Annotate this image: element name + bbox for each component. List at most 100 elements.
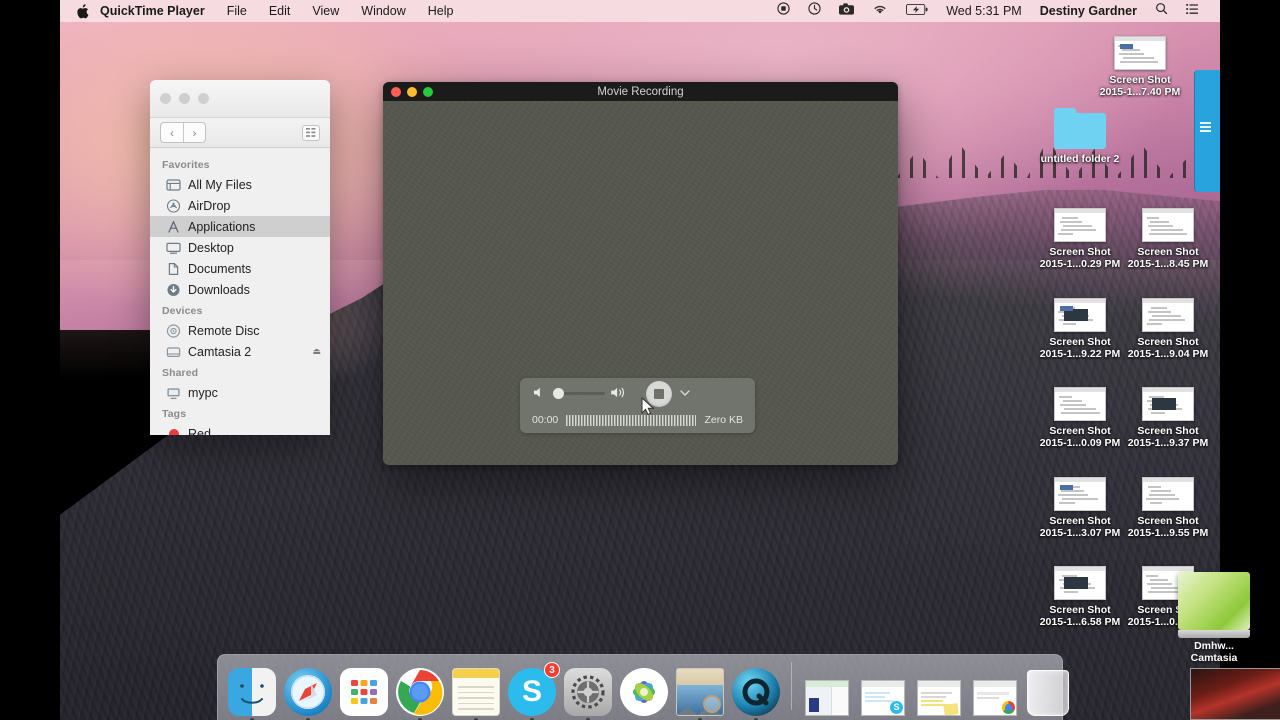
menu-user-name[interactable]: Destiny Gardner xyxy=(1031,0,1146,22)
desktop-icon[interactable]: Screen Shot 2015-1...0.09 PM xyxy=(1032,387,1128,449)
camera-preview-area[interactable]: 00:00 Zero KB xyxy=(383,101,898,465)
safari-icon xyxy=(284,668,332,716)
desktop-icon xyxy=(166,240,181,255)
desktop-icon[interactable]: Screen Shot 2015-1...9.37 PM xyxy=(1120,387,1216,449)
menu-window[interactable]: Window xyxy=(350,0,416,22)
finder-sidebar[interactable]: Favorites All My Files AirDrop Applications… xyxy=(150,148,330,435)
chevron-down-icon[interactable] xyxy=(680,388,690,399)
finder-forward-button[interactable]: › xyxy=(183,123,205,142)
camtasia-label-line1: Dmhw... xyxy=(1194,640,1234,652)
finder-view-options-button[interactable] xyxy=(302,124,320,141)
quicktime-minimize-button[interactable] xyxy=(407,86,417,97)
notes-icon xyxy=(452,668,500,716)
volume-knob[interactable] xyxy=(553,388,564,399)
sidebar-item-desktop[interactable]: Desktop xyxy=(150,237,330,258)
offscreen-blue-window[interactable] xyxy=(1194,70,1220,192)
dock-minimized-window-browser[interactable] xyxy=(801,664,853,716)
finder-traffic-lights[interactable] xyxy=(160,93,209,104)
desktop-thumbnail-red[interactable] xyxy=(1190,668,1280,720)
desktop-icon[interactable]: Screen Shot 2015-1...0.29 PM xyxy=(1032,208,1128,270)
dock-item-notes[interactable] xyxy=(450,664,502,720)
speaker-high-icon[interactable] xyxy=(610,386,630,401)
speaker-low-icon[interactable] xyxy=(532,386,547,401)
sidebar-item-applications[interactable]: Applications xyxy=(150,216,330,237)
desktop-icon-label-line2: 2015-1...9.55 PM xyxy=(1127,527,1209,539)
menu-edit[interactable]: Edit xyxy=(258,0,302,22)
menu-help[interactable]: Help xyxy=(417,0,465,22)
dock-minimized-window-notes[interactable] xyxy=(913,664,965,716)
dock-item-quicktime[interactable] xyxy=(730,664,782,720)
desktop-icon[interactable]: Screen Shot 2015-1...8.45 PM xyxy=(1120,208,1216,270)
camera-icon[interactable] xyxy=(830,0,863,22)
desktop-icon[interactable]: Screen Shot 2015-1...6.58 PM xyxy=(1032,566,1128,628)
dock-item-preview[interactable] xyxy=(674,664,726,720)
recording-controls-bar[interactable]: 00:00 Zero KB xyxy=(520,378,755,433)
menu-clock[interactable]: Wed 5:31 PM xyxy=(937,0,1031,22)
dock-item-safari[interactable] xyxy=(282,664,334,720)
disk-icon xyxy=(166,344,181,359)
finder-minimize-button[interactable] xyxy=(179,93,190,104)
screen-recording-icon[interactable] xyxy=(768,0,799,22)
sidebar-item-remote-disc[interactable]: Remote Disc xyxy=(150,320,330,341)
computer-icon xyxy=(166,385,181,400)
finder-zoom-button[interactable] xyxy=(198,93,209,104)
menu-file[interactable]: File xyxy=(216,0,258,22)
notification-center-icon[interactable] xyxy=(1177,0,1208,22)
desktop-icon-camtasia[interactable]: Dmhw... Camtasia xyxy=(1178,572,1250,664)
movie-recording-window[interactable]: Movie Recording 00:00 Zero KB xyxy=(383,82,898,465)
eject-icon[interactable]: ⏏ xyxy=(312,346,321,357)
dock-item-trash[interactable] xyxy=(1025,664,1071,716)
wifi-icon[interactable] xyxy=(863,0,897,22)
sidebar-item-all-my-files[interactable]: All My Files xyxy=(150,174,330,195)
minimized-window-skype-thumbnail: S xyxy=(861,680,905,716)
desktop-icon[interactable]: Screen Shot 2015-1...9.22 PM xyxy=(1032,298,1128,360)
sidebar-item-camtasia-2[interactable]: Camtasia 2 ⏏ xyxy=(150,341,330,362)
dock-item-system-preferences[interactable] xyxy=(562,664,614,720)
menu-view[interactable]: View xyxy=(301,0,350,22)
dock-minimized-window-skype[interactable]: S xyxy=(857,664,909,716)
finder-close-button[interactable] xyxy=(160,93,171,104)
dock-item-finder[interactable] xyxy=(226,664,278,720)
desktop-icon-label-line2: 2015-1...9.37 PM xyxy=(1127,437,1209,449)
downloads-icon xyxy=(166,282,181,297)
volume-slider[interactable] xyxy=(553,388,605,400)
quicktime-zoom-button[interactable] xyxy=(423,86,433,97)
menu-bar[interactable]: QuickTime Player File Edit View Window H… xyxy=(60,0,1220,22)
desktop-icon-label-line2: 2015-1...0.29 PM xyxy=(1039,258,1121,270)
sidebar-item-airdrop[interactable]: AirDrop xyxy=(150,195,330,216)
sidebar-item-downloads[interactable]: Downloads xyxy=(150,279,330,300)
finder-window[interactable]: ‹ › Favorites All My Files AirDrop Applicat… xyxy=(150,80,330,435)
finder-nav-buttons[interactable]: ‹ › xyxy=(160,122,206,143)
quicktime-close-button[interactable] xyxy=(391,86,401,97)
spotlight-search-icon[interactable] xyxy=(1146,0,1177,22)
desktop-icon[interactable]: Screen Shot 2015-1...9.55 PM xyxy=(1120,477,1216,539)
sidebar-item-label: Camtasia 2 xyxy=(188,344,252,359)
audio-level-meter xyxy=(566,414,697,426)
desktop-icon[interactable]: Screen Shot 2015-1...9.04 PM xyxy=(1120,298,1216,360)
apple-logo-icon[interactable] xyxy=(76,3,89,19)
desktop-icon-label-line1: Screen Shot xyxy=(1049,425,1111,437)
quicktime-traffic-lights[interactable] xyxy=(391,86,433,97)
finder-title-bar[interactable] xyxy=(150,80,330,118)
menu-app-name[interactable]: QuickTime Player xyxy=(89,0,216,22)
dock-item-launchpad[interactable] xyxy=(338,664,390,716)
movie-recording-title: Movie Recording xyxy=(597,85,684,98)
sidebar-item-documents[interactable]: Documents xyxy=(150,258,330,279)
movie-recording-title-bar[interactable]: Movie Recording xyxy=(383,82,898,101)
dock-item-chrome[interactable] xyxy=(394,664,446,720)
applications-icon xyxy=(166,219,181,234)
sidebar-item-mypc[interactable]: mypc xyxy=(150,382,330,403)
dock[interactable]: S 3 S xyxy=(217,654,1069,720)
desktop-icon[interactable]: untitled folder 2 xyxy=(1032,108,1128,165)
sidebar-item-red[interactable]: Red xyxy=(150,423,330,435)
desktop-icon[interactable]: Screen Shot 2015-1...3.07 PM xyxy=(1032,477,1128,539)
finder-toolbar[interactable]: ‹ › xyxy=(150,118,330,148)
finder-back-button[interactable]: ‹ xyxy=(161,123,183,142)
dock-minimized-window-chrome[interactable] xyxy=(969,664,1021,716)
dock-item-skype[interactable]: S 3 xyxy=(506,662,560,720)
desktop-icon[interactable]: Screen Shot 2015-1...7.40 PM xyxy=(1092,36,1188,98)
battery-icon[interactable] xyxy=(897,0,937,22)
dock-item-photos[interactable] xyxy=(618,664,670,716)
launchpad-icon xyxy=(340,668,388,716)
time-machine-icon[interactable] xyxy=(799,0,830,22)
